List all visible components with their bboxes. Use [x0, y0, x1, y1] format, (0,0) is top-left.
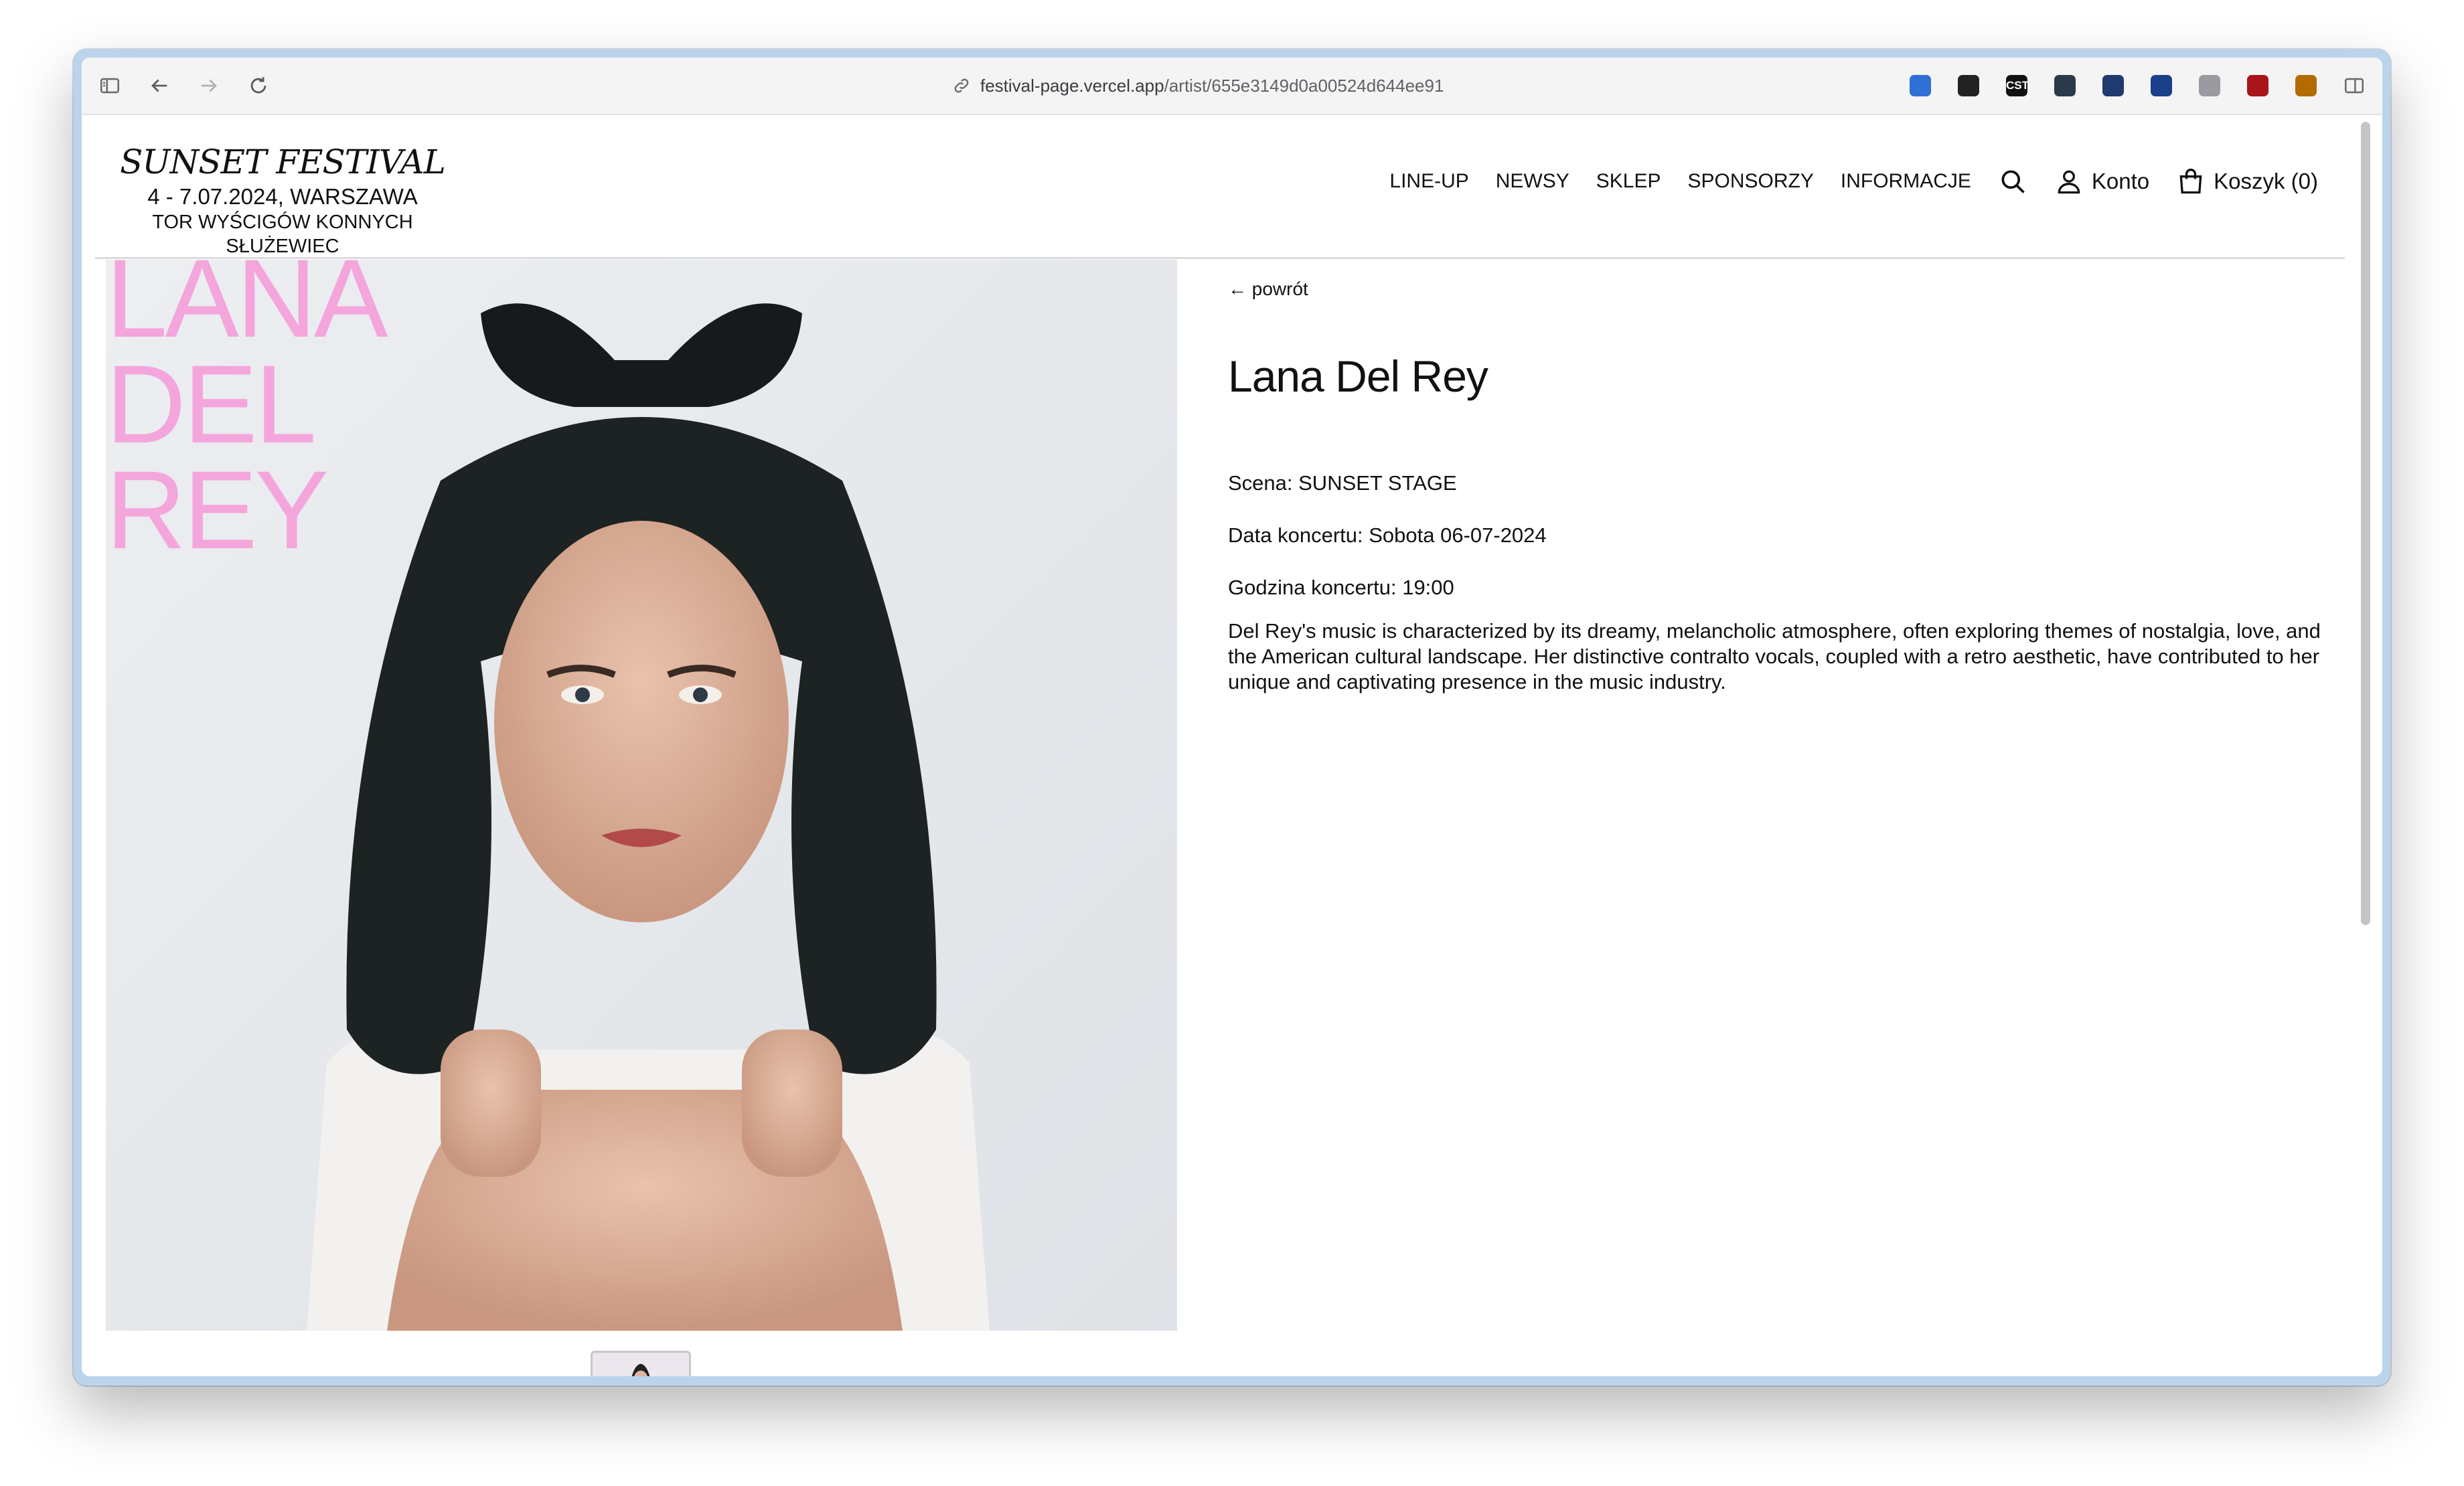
- link-icon: [954, 78, 969, 93]
- forward-arrow-icon[interactable]: [194, 71, 224, 100]
- hexagon-icon[interactable]: [2147, 71, 2176, 100]
- address-bar[interactable]: festival-page.vercel.app/artist/655e3149…: [952, 72, 1528, 99]
- search-icon[interactable]: [1998, 167, 2027, 196]
- cst-icon[interactable]: CST: [2002, 71, 2031, 100]
- site-header: SUNSET FESTIVAL 4 - 7.07.2024, WARSZAWA …: [82, 115, 2345, 257]
- account-link[interactable]: Konto: [2054, 166, 2149, 197]
- url-host: festival-page.vercel.app: [980, 75, 1164, 96]
- reload-icon[interactable]: [244, 71, 273, 100]
- user-icon: [2058, 170, 2080, 194]
- web-page: SUNSET FESTIVAL 4 - 7.07.2024, WARSZAWA …: [82, 115, 2382, 1376]
- panda-icon[interactable]: [1954, 71, 1983, 100]
- festival-logo[interactable]: SUNSET FESTIVAL 4 - 7.07.2024, WARSZAWA …: [95, 142, 470, 258]
- nav-item-newsy[interactable]: NEWSY: [1496, 170, 1569, 193]
- ublock-icon[interactable]: [2243, 71, 2273, 100]
- photo-thumbnail[interactable]: [591, 1351, 691, 1376]
- artist-name-overlay: LANA DEL REY: [106, 260, 388, 572]
- logo-venue: TOR WYŚCIGÓW KONNYCH SŁUŻEWIEC: [152, 212, 413, 257]
- account-label: Konto: [2091, 169, 2150, 193]
- back-link[interactable]: ← powrót: [1228, 278, 1308, 300]
- terminal-icon[interactable]: [2050, 71, 2080, 100]
- browser-window: festival-page.vercel.app/artist/655e3149…: [74, 50, 2390, 1386]
- nav-item-informacje[interactable]: INFORMACJE: [1841, 170, 1971, 193]
- grid-icon[interactable]: [2098, 71, 2128, 100]
- cart-link[interactable]: Koszyk (0): [2176, 166, 2318, 197]
- stage-info: Scena: SUNSET STAGE: [1228, 471, 1457, 495]
- split-view-icon[interactable]: [2339, 71, 2369, 100]
- nav-item-lineup[interactable]: LINE-UP: [1389, 170, 1468, 193]
- shopping-bag-icon: [2179, 168, 2202, 194]
- sidebar-toggle-icon[interactable]: [95, 71, 125, 100]
- nav-item-sklep[interactable]: SKLEP: [1596, 170, 1661, 193]
- list-icon[interactable]: [2291, 71, 2321, 100]
- extensions-bar: CST: [1906, 71, 2369, 100]
- artist-bio: Del Rey's music is characterized by its …: [1228, 619, 2321, 693]
- artist-name: Lana Del Rey: [1228, 351, 1488, 401]
- 1password-icon[interactable]: [1906, 71, 1935, 100]
- main-nav: LINE-UP NEWSY SKLEP SPONSORZY INFORMACJE…: [1363, 166, 2318, 197]
- concert-time: Godzina koncertu: 19:00: [1228, 576, 1454, 599]
- url-path: /artist/655e3149d0a00524d644ee91: [1164, 75, 1444, 96]
- scrollbar-thumb[interactable]: [2361, 122, 2370, 925]
- logo-date: 4 - 7.07.2024, WARSZAWA: [147, 184, 418, 209]
- page-scrollbar[interactable]: [2361, 115, 2370, 1376]
- cart-label: Koszyk (0): [2214, 169, 2318, 193]
- artist-photo: LANA DEL REY: [106, 260, 1177, 1331]
- concert-date: Data koncertu: Sobota 06-07-2024: [1228, 523, 1547, 547]
- vuetify-icon[interactable]: [2195, 71, 2224, 100]
- back-arrow-icon[interactable]: [145, 71, 174, 100]
- header-divider: [95, 257, 2345, 259]
- logo-title: SUNSET FESTIVAL: [120, 143, 446, 181]
- nav-item-sponsorzy[interactable]: SPONSORZY: [1688, 170, 1814, 193]
- browser-toolbar: festival-page.vercel.app/artist/655e3149…: [82, 58, 2382, 115]
